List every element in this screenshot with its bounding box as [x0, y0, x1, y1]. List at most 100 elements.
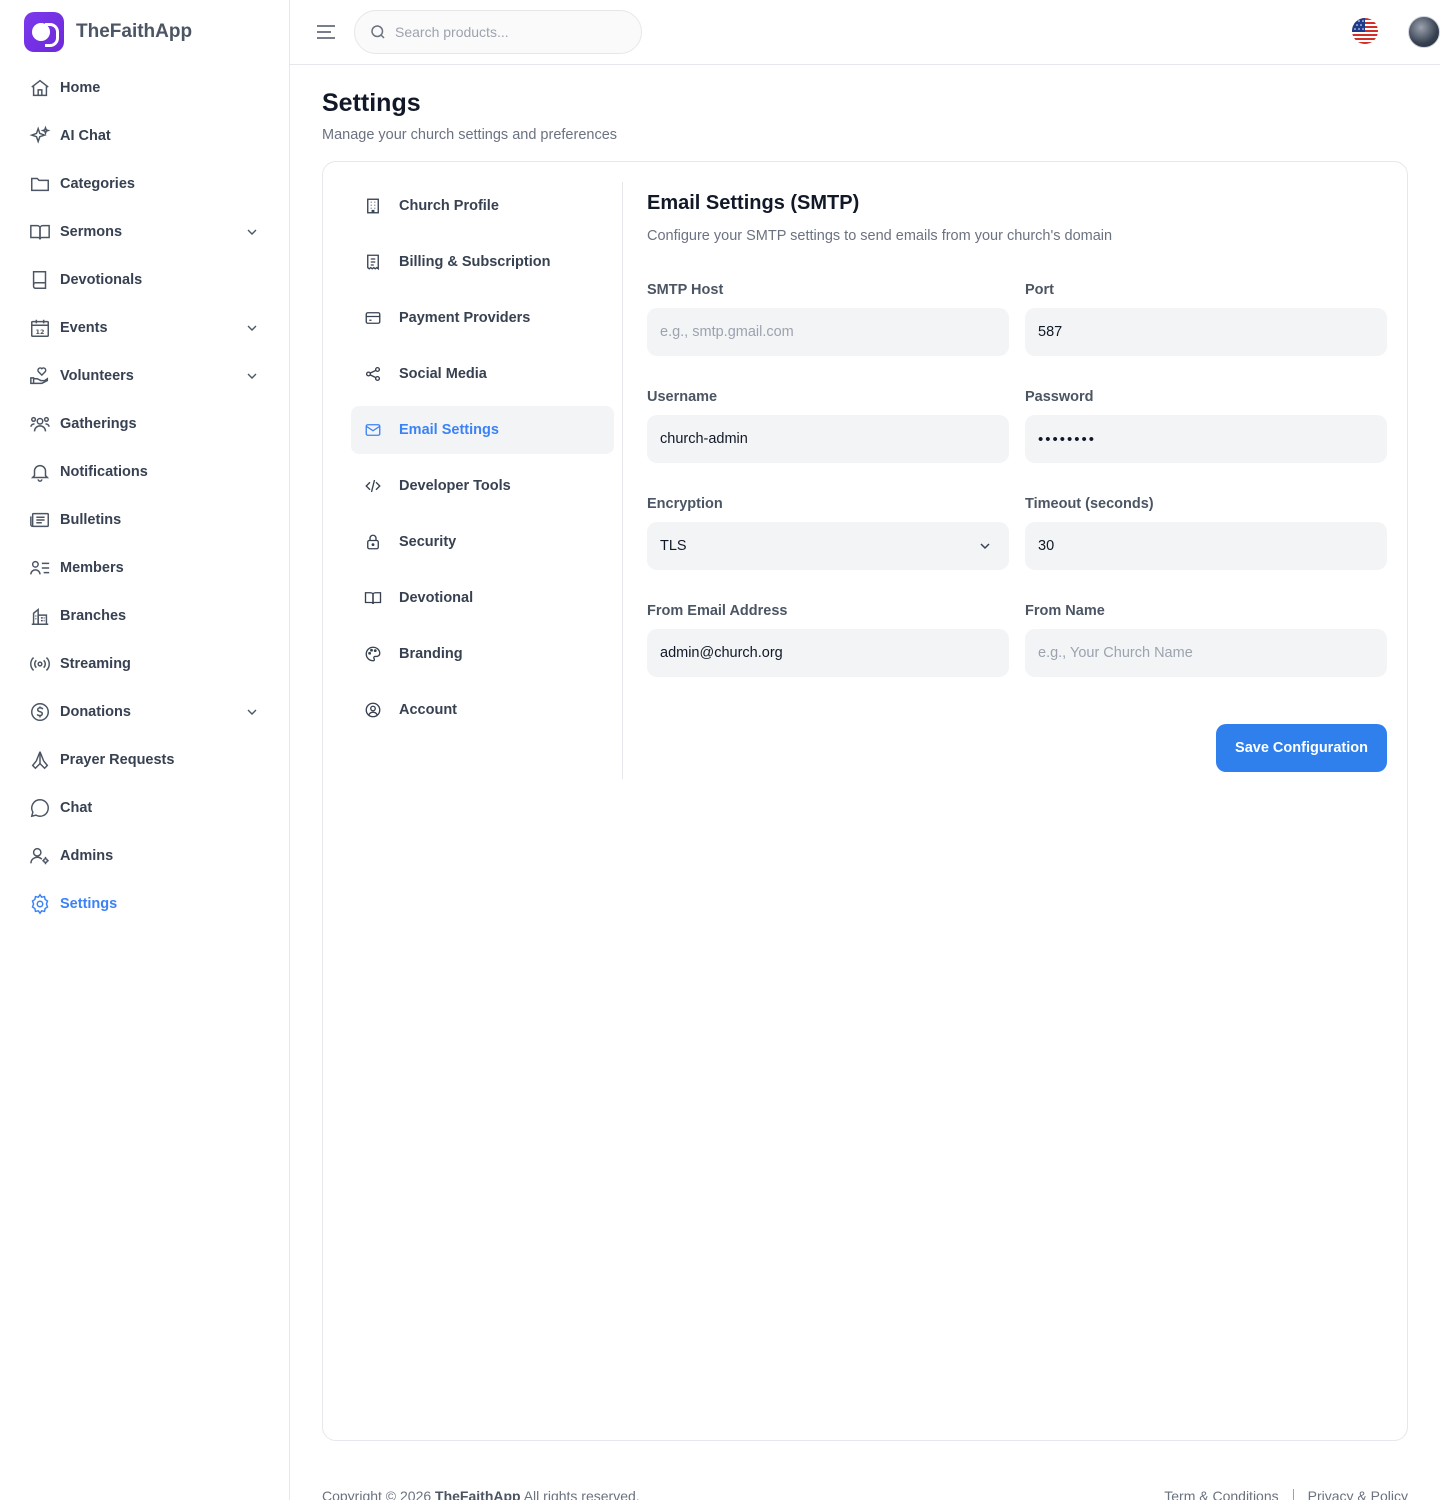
email-settings-form: Email Settings (SMTP) Configure your SMT… [647, 192, 1387, 772]
form-description: Configure your SMTP settings to send ema… [647, 228, 1113, 244]
book-open-icon [28, 220, 52, 244]
home-icon [28, 76, 52, 100]
password-field: Password •••••••• [1025, 389, 1387, 463]
settings-tab-billing[interactable]: Billing & Subscription [351, 238, 614, 286]
sidebar-item-ai-chat[interactable]: AI Chat [16, 112, 274, 160]
settings-tab-church-profile[interactable]: Church Profile [351, 182, 614, 230]
sidebar-item-notifications[interactable]: Notifications [16, 448, 274, 496]
timeout-input[interactable]: 30 [1025, 522, 1387, 570]
page-title: Settings [322, 89, 421, 117]
sidebar-item-gatherings[interactable]: Gatherings [16, 400, 274, 448]
encryption-select[interactable]: TLS [647, 522, 1009, 570]
password-input[interactable]: •••••••• [1025, 415, 1387, 463]
app-name: TheFaithApp [76, 21, 193, 42]
sidebar-item-donations[interactable]: Donations [16, 688, 274, 736]
from-name-field: From Name e.g., Your Church Name [1025, 603, 1387, 677]
us-flag-icon[interactable] [1352, 18, 1378, 44]
credit-card-icon [363, 308, 383, 328]
sidebar-item-volunteers[interactable]: Volunteers [16, 352, 274, 400]
settings-tab-email-settings[interactable]: Email Settings [351, 406, 614, 454]
from-email-field: From Email Address admin@church.org [647, 603, 1009, 677]
encryption-selected-value: TLS [660, 538, 687, 554]
sidebar-item-home[interactable]: Home [16, 64, 274, 112]
newspaper-icon [28, 508, 52, 532]
username-input[interactable]: church-admin [647, 415, 1009, 463]
chevron-down-icon[interactable] [244, 368, 260, 384]
sidebar-item-bulletins[interactable]: Bulletins [16, 496, 274, 544]
terms-link[interactable]: Term & Conditions [1150, 1488, 1292, 1500]
top-header [290, 0, 1440, 65]
book-open-icon [363, 588, 383, 608]
sidebar-item-members[interactable]: Members [16, 544, 274, 592]
sidebar-item-chat[interactable]: Chat [16, 784, 274, 832]
settings-tab-security[interactable]: Security [351, 518, 614, 566]
building-icon [363, 196, 383, 216]
chevron-down-icon[interactable] [244, 224, 260, 240]
user-avatar[interactable] [1408, 16, 1440, 48]
bell-icon [28, 460, 52, 484]
settings-tab-devotional[interactable]: Devotional [351, 574, 614, 622]
sidebar-item-prayer-requests[interactable]: Prayer Requests [16, 736, 274, 784]
broadcast-icon [28, 652, 52, 676]
settings-tab-branding[interactable]: Branding [351, 630, 614, 678]
from-email-input[interactable]: admin@church.org [647, 629, 1009, 677]
menu-toggle-icon[interactable] [314, 20, 338, 44]
gear-icon [28, 892, 52, 916]
form-title: Email Settings (SMTP) [647, 192, 860, 214]
save-configuration-button[interactable]: Save Configuration [1216, 724, 1387, 772]
sidebar-item-streaming[interactable]: Streaming [16, 640, 274, 688]
receipt-icon [363, 252, 383, 272]
dollar-icon [28, 700, 52, 724]
chevron-down-icon[interactable] [244, 704, 260, 720]
sidebar-item-admins[interactable]: Admins [16, 832, 274, 880]
port-field: Port 587 [1025, 282, 1387, 356]
smtp-fields-grid: SMTP Host e.g., smtp.gmail.com Port 587 … [647, 282, 1387, 677]
hand-heart-icon [28, 364, 52, 388]
footer: Copyright © 2026 TheFaithApp All rights … [322, 1488, 1408, 1500]
building-icon [28, 604, 52, 628]
sparkles-icon [28, 124, 52, 148]
share-icon [363, 364, 383, 384]
sidebar-nav: Home AI Chat Categories Sermons Devotion… [16, 64, 274, 928]
chat-bubble-icon [28, 796, 52, 820]
settings-tab-account[interactable]: Account [351, 686, 614, 734]
settings-tab-payment-providers[interactable]: Payment Providers [351, 294, 614, 342]
username-field: Username church-admin [647, 389, 1009, 463]
chevron-down-icon[interactable] [244, 320, 260, 336]
folder-icon [28, 172, 52, 196]
settings-tab-social-media[interactable]: Social Media [351, 350, 614, 398]
sidebar-item-devotionals[interactable]: Devotionals [16, 256, 274, 304]
app-logo-icon [24, 12, 64, 52]
code-icon [363, 476, 383, 496]
sidebar-item-sermons[interactable]: Sermons [16, 208, 274, 256]
sidebar-item-categories[interactable]: Categories [16, 160, 274, 208]
from-name-input[interactable]: e.g., Your Church Name [1025, 629, 1387, 677]
vertical-divider [622, 182, 623, 779]
smtp-host-input[interactable]: e.g., smtp.gmail.com [647, 308, 1009, 356]
lock-icon [363, 532, 383, 552]
smtp-host-field: SMTP Host e.g., smtp.gmail.com [647, 282, 1009, 356]
mail-icon [363, 420, 383, 440]
users-icon [28, 412, 52, 436]
timeout-field: Timeout (seconds) 30 [1025, 496, 1387, 570]
privacy-link[interactable]: Privacy & Policy [1294, 1488, 1408, 1500]
sidebar-item-branches[interactable]: Branches [16, 592, 274, 640]
search-icon [371, 25, 385, 39]
brand[interactable]: TheFaithApp [24, 12, 192, 52]
copyright: Copyright © 2026 TheFaithApp All rights … [322, 1488, 640, 1500]
sidebar-item-events[interactable]: 12 Events [16, 304, 274, 352]
footer-links: Term & Conditions Privacy & Policy [1150, 1488, 1408, 1500]
palette-icon [363, 644, 383, 664]
encryption-field: Encryption TLS [647, 496, 1009, 570]
port-input[interactable]: 587 [1025, 308, 1387, 356]
sidebar-item-settings[interactable]: Settings [16, 880, 274, 928]
settings-tab-developer-tools[interactable]: Developer Tools [351, 462, 614, 510]
sidebar: TheFaithApp Home AI Chat Categories Serm… [0, 0, 290, 1500]
user-gear-icon [28, 844, 52, 868]
search-bar[interactable] [354, 10, 642, 54]
settings-card: Church Profile Billing & Subscription Pa… [322, 161, 1408, 1441]
user-list-icon [28, 556, 52, 580]
page-subtitle: Manage your church settings and preferen… [322, 127, 618, 143]
book-icon [28, 268, 52, 292]
search-input[interactable] [395, 24, 625, 40]
